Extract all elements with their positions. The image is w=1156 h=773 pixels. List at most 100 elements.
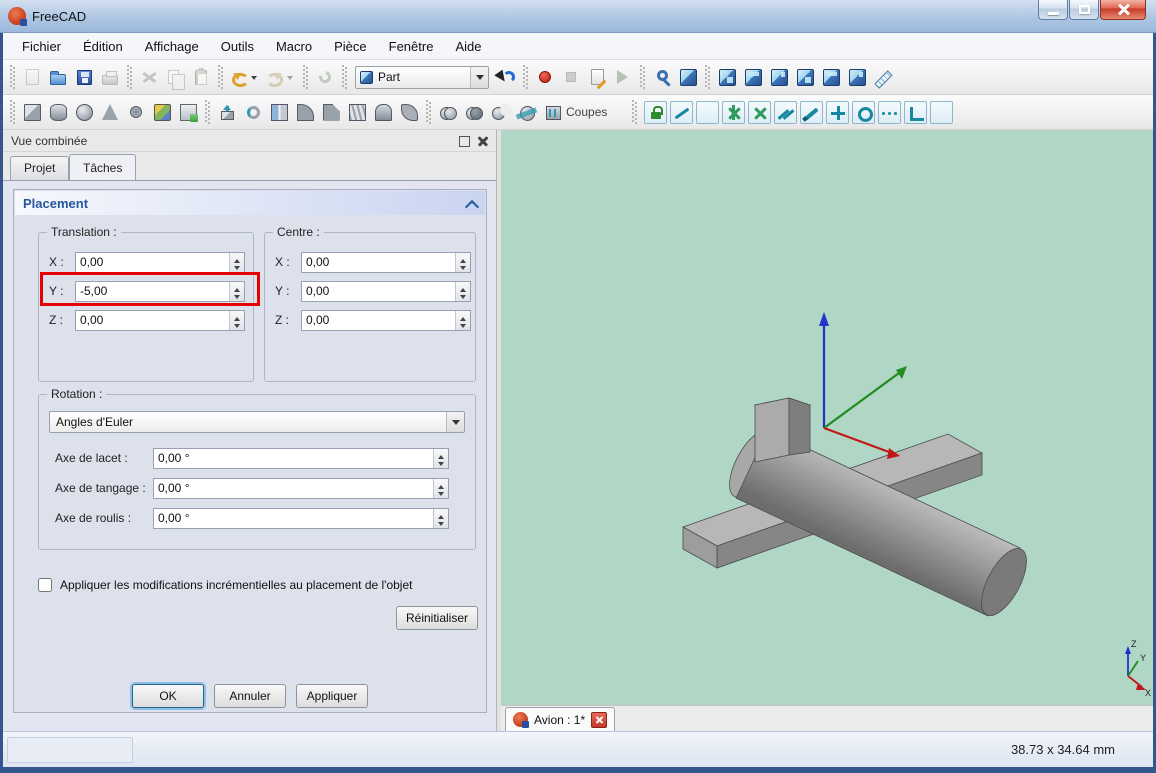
tail-front-face[interactable] bbox=[754, 397, 790, 463]
undo-dropdown-icon[interactable] bbox=[251, 75, 257, 83]
measure-toggle-3d-icon[interactable] bbox=[800, 100, 824, 124]
measure-distance-icon[interactable] bbox=[870, 64, 896, 90]
cut-boolean-icon[interactable] bbox=[487, 99, 513, 125]
document-tab-close-icon[interactable] bbox=[591, 711, 608, 728]
toolbar-handle[interactable] bbox=[218, 65, 223, 89]
spinner-buttons[interactable] bbox=[229, 310, 244, 330]
more-measure-icon[interactable] bbox=[878, 100, 902, 124]
toolbar-handle[interactable] bbox=[10, 65, 15, 89]
mirror-icon[interactable] bbox=[266, 99, 292, 125]
revolve-icon[interactable] bbox=[240, 99, 266, 125]
chamfer-icon[interactable] bbox=[318, 99, 344, 125]
spinner-buttons[interactable] bbox=[433, 448, 448, 468]
refresh-icon[interactable] bbox=[312, 64, 338, 90]
tab-projet[interactable]: Projet bbox=[10, 156, 70, 180]
cone-icon[interactable] bbox=[97, 99, 123, 125]
incremental-checkbox[interactable] bbox=[38, 578, 52, 592]
new-file-icon[interactable] bbox=[19, 64, 45, 90]
sweep-icon[interactable] bbox=[396, 99, 422, 125]
menu-edition[interactable]: Édition bbox=[72, 35, 134, 58]
shape-builder-icon[interactable] bbox=[175, 99, 201, 125]
cross-sections-button[interactable]: Coupes bbox=[539, 102, 614, 122]
sphere-icon[interactable] bbox=[71, 99, 97, 125]
toolbar-handle[interactable] bbox=[705, 65, 710, 89]
fillet-icon[interactable] bbox=[292, 99, 318, 125]
measure-angular-icon[interactable] bbox=[696, 100, 720, 124]
dock-float-icon[interactable] bbox=[457, 134, 472, 149]
measure-lock-icon[interactable] bbox=[644, 100, 668, 124]
spinner-buttons[interactable] bbox=[455, 281, 470, 301]
undo-icon[interactable] bbox=[227, 64, 263, 90]
spinner-buttons[interactable] bbox=[229, 252, 244, 272]
macro-record-icon[interactable] bbox=[532, 64, 558, 90]
datum-plus-icon[interactable] bbox=[904, 100, 928, 124]
torus-icon[interactable] bbox=[123, 99, 149, 125]
dock-close-icon[interactable] bbox=[476, 134, 491, 149]
measure-small-icon[interactable] bbox=[930, 100, 954, 124]
bottom-view-icon[interactable] bbox=[818, 64, 844, 90]
datum-circle-icon[interactable] bbox=[852, 100, 876, 124]
top-view-icon[interactable] bbox=[740, 64, 766, 90]
spinner-buttons[interactable] bbox=[455, 252, 470, 272]
common-icon[interactable] bbox=[461, 99, 487, 125]
apply-button[interactable]: Appliquer bbox=[296, 684, 368, 708]
minimize-button[interactable] bbox=[1038, 0, 1068, 20]
box-icon[interactable] bbox=[19, 99, 45, 125]
chevron-down-icon[interactable] bbox=[446, 412, 464, 432]
reset-button[interactable]: Réinitialiser bbox=[396, 606, 478, 630]
macro-edit-icon[interactable] bbox=[584, 64, 610, 90]
extrude-icon[interactable] bbox=[214, 99, 240, 125]
toolbar-handle[interactable] bbox=[205, 100, 210, 124]
rotation-mode-select[interactable]: Angles d'Euler bbox=[49, 411, 465, 433]
measure-refresh-icon[interactable] bbox=[722, 100, 746, 124]
right-view-icon[interactable] bbox=[766, 64, 792, 90]
measure-clear-all-icon[interactable] bbox=[748, 100, 772, 124]
toolbar-handle[interactable] bbox=[10, 100, 15, 124]
macro-stop-icon[interactable] bbox=[558, 64, 584, 90]
3d-view-canvas[interactable]: Z Y X bbox=[501, 130, 1153, 705]
toolbar-handle[interactable] bbox=[632, 100, 638, 124]
union-icon[interactable] bbox=[435, 99, 461, 125]
spinner-buttons[interactable] bbox=[433, 478, 448, 498]
toolbar-handle[interactable] bbox=[127, 65, 132, 89]
cut-icon[interactable] bbox=[136, 64, 162, 90]
menu-fichier[interactable]: Fichier bbox=[11, 35, 72, 58]
menu-aide[interactable]: Aide bbox=[444, 35, 492, 58]
measure-toggle-all-icon[interactable] bbox=[774, 100, 798, 124]
tail-side-face[interactable] bbox=[788, 397, 811, 456]
menu-piece[interactable]: Pièce bbox=[323, 35, 378, 58]
chevron-down-icon[interactable] bbox=[470, 66, 488, 88]
loft-icon[interactable] bbox=[370, 99, 396, 125]
spinner-buttons[interactable] bbox=[433, 508, 448, 528]
tab-taches[interactable]: Tâches bbox=[69, 154, 137, 180]
measure-toggle-delta-icon[interactable] bbox=[826, 100, 850, 124]
fit-all-icon[interactable] bbox=[649, 64, 675, 90]
spinner-buttons[interactable] bbox=[455, 310, 470, 330]
3d-viewport[interactable]: Z Y X bbox=[501, 130, 1153, 705]
close-button[interactable] bbox=[1100, 0, 1146, 20]
left-view-icon[interactable] bbox=[844, 64, 870, 90]
cylinder-icon[interactable] bbox=[45, 99, 71, 125]
whats-this-icon[interactable] bbox=[493, 64, 519, 90]
copy-icon[interactable] bbox=[162, 64, 188, 90]
redo-icon[interactable] bbox=[263, 64, 299, 90]
toolbar-handle[interactable] bbox=[303, 65, 308, 89]
toolbar-handle[interactable] bbox=[640, 65, 645, 89]
ruled-surface-icon[interactable] bbox=[344, 99, 370, 125]
toolbar-handle[interactable] bbox=[342, 65, 347, 89]
document-tab[interactable]: Avion : 1* bbox=[505, 707, 616, 731]
workbench-selector[interactable]: Part bbox=[355, 65, 489, 89]
toolbar-handle[interactable] bbox=[523, 65, 528, 89]
primitives-icon[interactable] bbox=[149, 99, 175, 125]
open-file-icon[interactable] bbox=[45, 64, 71, 90]
paste-icon[interactable] bbox=[188, 64, 214, 90]
collapse-icon[interactable] bbox=[467, 198, 477, 208]
cancel-button[interactable]: Annuler bbox=[214, 684, 286, 708]
toolbar-handle[interactable] bbox=[426, 100, 431, 124]
macro-play-icon[interactable] bbox=[610, 64, 636, 90]
section-icon[interactable] bbox=[513, 99, 539, 125]
ok-button[interactable]: OK bbox=[132, 684, 204, 708]
maximize-button[interactable] bbox=[1069, 0, 1099, 20]
front-view-icon[interactable] bbox=[714, 64, 740, 90]
menu-fenetre[interactable]: Fenêtre bbox=[378, 35, 445, 58]
